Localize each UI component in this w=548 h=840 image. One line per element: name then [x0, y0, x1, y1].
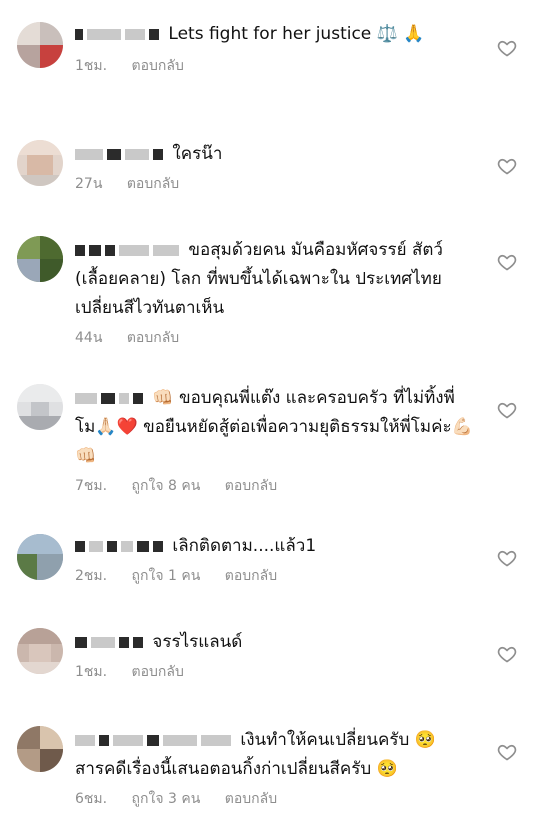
- comment-time: 1ชม.: [75, 58, 108, 74]
- comment-body: ใครน๊า: [172, 144, 223, 164]
- heart-icon[interactable]: [497, 548, 517, 568]
- comment-meta: 1ชม. ตอบกลับ: [75, 57, 475, 75]
- reply-button[interactable]: ตอบกลับ: [127, 330, 179, 346]
- heart-icon[interactable]: [497, 156, 517, 176]
- avatar[interactable]: [17, 534, 63, 580]
- comment-meta: 2ชม. ถูกใจ 1 คน ตอบกลับ: [75, 567, 475, 585]
- comment-text: ใครน๊า: [75, 140, 475, 169]
- comment-time: 6ชม.: [75, 791, 108, 807]
- avatar[interactable]: [17, 140, 63, 186]
- username[interactable]: [75, 628, 147, 657]
- comment-body: Lets fight for her justice ⚖️ 🙏: [168, 24, 425, 44]
- username[interactable]: [75, 726, 235, 755]
- comment-time: 44น: [75, 330, 103, 346]
- username[interactable]: [75, 532, 167, 561]
- heart-icon[interactable]: [497, 644, 517, 664]
- comment-time: 7ชม.: [75, 478, 108, 494]
- heart-icon[interactable]: [497, 400, 517, 420]
- comment-meta: 7ชม. ถูกใจ 8 คน ตอบกลับ: [75, 477, 475, 495]
- comment-meta: 6ชม. ถูกใจ 3 คน ตอบกลับ: [75, 790, 475, 808]
- heart-icon[interactable]: [497, 742, 517, 762]
- avatar[interactable]: [17, 22, 63, 68]
- username[interactable]: [75, 384, 147, 413]
- reply-button[interactable]: ตอบกลับ: [132, 58, 184, 74]
- username[interactable]: [75, 140, 167, 169]
- comment-text: เลิกติดตาม....แล้ว1: [75, 532, 475, 561]
- comment-meta: 44น ตอบกลับ: [75, 329, 475, 347]
- comment-body: เลิกติดตาม....แล้ว1: [172, 536, 317, 556]
- like-count[interactable]: ถูกใจ 8 คน: [132, 478, 201, 494]
- comment-body: จรรไรแลนด์: [152, 632, 243, 652]
- avatar[interactable]: [17, 384, 63, 430]
- heart-icon[interactable]: [497, 252, 517, 272]
- reply-button[interactable]: ตอบกลับ: [225, 478, 277, 494]
- comment-text: 👊🏻 ขอบคุณพี่แต๊ง และครอบครัว ที่ไม่ทิ้งพ…: [75, 384, 475, 471]
- comment-time: 27น: [75, 176, 103, 192]
- heart-icon[interactable]: [497, 38, 517, 58]
- username[interactable]: [75, 236, 183, 265]
- reply-button[interactable]: ตอบกลับ: [225, 791, 277, 807]
- comment-time: 1ชม.: [75, 664, 108, 680]
- comment-meta: 27น ตอบกลับ: [75, 175, 475, 193]
- comment-text: เงินทำให้คนเปลี่ยนครับ 🥺 สารคดีเรื่องนี้…: [75, 726, 475, 784]
- like-count[interactable]: ถูกใจ 1 คน: [132, 568, 201, 584]
- comment-time: 2ชม.: [75, 568, 108, 584]
- like-count[interactable]: ถูกใจ 3 คน: [132, 791, 201, 807]
- avatar[interactable]: [17, 628, 63, 674]
- comment-meta: 1ชม. ตอบกลับ: [75, 663, 475, 681]
- avatar[interactable]: [17, 236, 63, 282]
- comment-text: Lets fight for her justice ⚖️ 🙏: [75, 20, 475, 49]
- comment-text: ขอสุมด้วยคน มันคือมหัศจรรย์ สัตว์ (เลื้อ…: [75, 236, 475, 323]
- comment-text: จรรไรแลนด์: [75, 628, 475, 657]
- reply-button[interactable]: ตอบกลับ: [225, 568, 277, 584]
- username[interactable]: [75, 20, 163, 49]
- avatar[interactable]: [17, 726, 63, 772]
- reply-button[interactable]: ตอบกลับ: [127, 176, 179, 192]
- reply-button[interactable]: ตอบกลับ: [132, 664, 184, 680]
